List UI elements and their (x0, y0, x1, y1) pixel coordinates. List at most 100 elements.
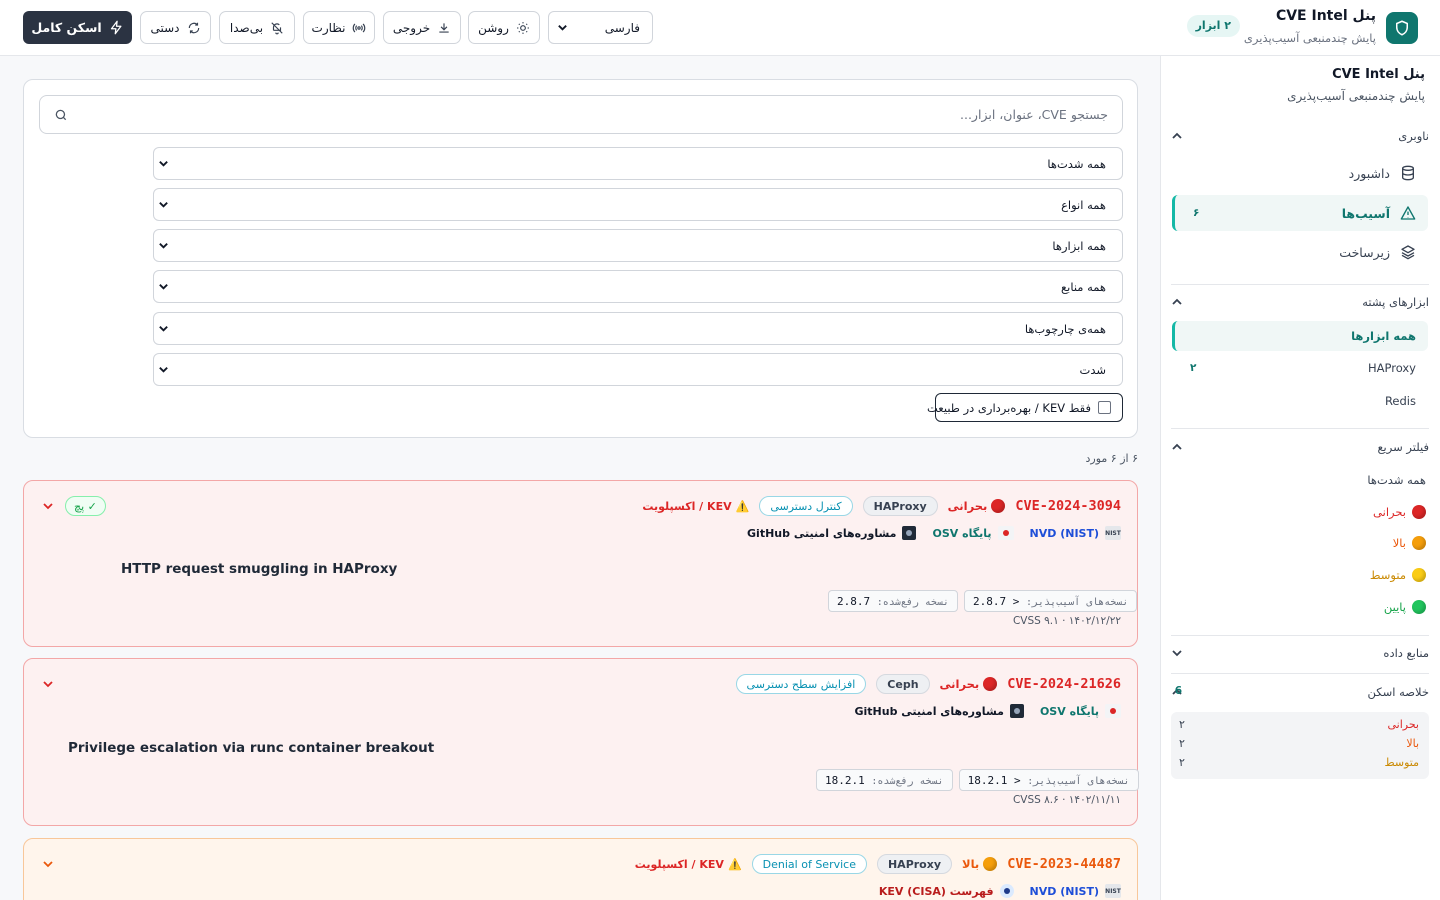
severity-badge: بحرانی (948, 499, 1006, 513)
summary-row-critical: بحرانی ۲ (1179, 718, 1419, 731)
severity-select[interactable]: همه شدت‌ها (153, 147, 1123, 180)
cve-card[interactable]: CVE-2024-21626 بحرانی Ceph افزایش سطح دس… (23, 658, 1139, 826)
brand-subtitle: پایش چندمنبعی آسیب‌پذیری (1243, 31, 1376, 45)
quick-filter-label: پایین (1383, 600, 1406, 614)
shield-logo-icon (1386, 12, 1418, 44)
fixed-version-chip: نسخه رفع‌شده: 18.2.1 (816, 769, 953, 791)
quick-filter-section-header[interactable]: فیلتر سریع (1171, 436, 1429, 458)
sidebar-item-vulnerabilities[interactable]: آسیب‌ها ۶ (1172, 195, 1428, 231)
sidebar-tool-all[interactable]: همه ابزارها (1172, 321, 1428, 351)
language-select[interactable]: فارسی (548, 11, 653, 44)
severity-label: بالا (962, 857, 980, 871)
sidebar-divider (1171, 635, 1429, 636)
cve-title: Privilege escalation via runc container … (68, 740, 435, 756)
theme-toggle-label: روشن (478, 20, 509, 35)
quick-filter-medium[interactable]: متوسط (1176, 563, 1426, 587)
select-value: همه منابع (1061, 279, 1106, 294)
sidebar-divider (1171, 673, 1429, 674)
affected-label: نسخه‌های آسیب‌پذیر: (1027, 776, 1130, 787)
cve-id[interactable]: CVE-2023-44487 (1007, 856, 1121, 872)
sidebar-tool-haproxy[interactable]: HAProxy ۲ (1172, 353, 1428, 383)
framework-select[interactable]: همه‌ی چارچوب‌ها (153, 312, 1123, 345)
source-select[interactable]: همه منابع (153, 270, 1123, 303)
chevron-down-icon (159, 284, 168, 290)
tool-tag: HAProxy (876, 854, 952, 874)
bell-off-icon (271, 21, 283, 34)
nav-section-header[interactable]: ناوبری (1171, 125, 1429, 147)
source-label: پایگاه OSV (1039, 704, 1099, 718)
type-select[interactable]: همه انواع (153, 188, 1123, 221)
tool-select[interactable]: همه ابزارها (153, 229, 1123, 262)
lightning-icon (110, 20, 122, 35)
select-value: همه ابزارها (1052, 238, 1106, 253)
sidebar-item-dashboard[interactable]: داشبورد (1172, 155, 1428, 191)
severity-badge: بالا (962, 857, 998, 871)
source-nvd: NIST NVD (NIST) (1030, 884, 1121, 898)
sidebar: پنل CVE Intel پایش چندمنبعی آسیب‌پذیری ن… (1160, 56, 1440, 900)
kev-only-checkbox[interactable] (1098, 401, 1111, 414)
theme-toggle-button[interactable]: روشن (468, 11, 540, 44)
quick-filter-high[interactable]: بالا (1176, 531, 1426, 555)
chevron-down-icon (159, 326, 168, 332)
cvss-score: CVSS ۹.۱ (1012, 615, 1059, 627)
mute-label: بی‌صدا (229, 20, 264, 35)
scan-summary-title-wrap: خلاصه اسکن (1368, 685, 1430, 699)
full-scan-button[interactable]: اسکن کامل (23, 11, 132, 44)
sidebar-divider (1171, 284, 1429, 285)
database-icon (1402, 165, 1414, 181)
manual-label: دستی (150, 20, 180, 35)
cve-card[interactable]: CVE-2023-44487 بالا HAProxy Denial of Se… (23, 838, 1138, 900)
tool-label: HAProxy (1367, 361, 1416, 375)
export-button[interactable]: خروجی (383, 11, 461, 44)
nist-logo-icon: NIST (1105, 526, 1121, 540)
kev-label: KEV / اکسپلویت (634, 857, 724, 871)
stack-tools-section-header[interactable]: ابزارهای پشته (1171, 291, 1429, 313)
fixed-label: نسخه رفع‌شده: (871, 776, 944, 787)
chevron-down-icon[interactable] (42, 858, 54, 870)
cve-meta: ۱۴۰۲/۱۲/۲۲ · CVSS ۹.۱ (1012, 615, 1121, 627)
sort-select[interactable]: شدت (153, 353, 1123, 386)
quick-filter-low[interactable]: پایین (1176, 595, 1426, 619)
source-cisa-kev: فهرست KEV (CISA) (879, 884, 1014, 898)
search-input[interactable]: جستجو CVE، عنوان، ابزار... (39, 95, 1123, 134)
haproxy-count: ۲ (1190, 362, 1197, 374)
full-scan-label: اسکن کامل (31, 20, 102, 35)
category-tag: Denial of Service (751, 854, 867, 874)
sidebar-item-infrastructure[interactable]: زیرساخت (1172, 234, 1428, 270)
quick-filter-label: متوسط (1369, 568, 1406, 582)
quick-filter-critical[interactable]: بحرانی (1176, 500, 1426, 524)
summary-label: بحرانی (1387, 718, 1419, 731)
refresh-icon (188, 22, 199, 33)
affected-version: < 18.2.1 (967, 774, 1021, 787)
top-header: پنل CVE Intel پایش چندمنبعی آسیب‌پذیری ۲… (0, 0, 1440, 56)
scan-summary-section-header[interactable]: خلاصه اسکن (1171, 681, 1429, 703)
sidebar-tool-redis[interactable]: Redis (1172, 386, 1428, 416)
mute-button[interactable]: بی‌صدا (219, 11, 295, 44)
warning-triangle-icon (1400, 206, 1416, 220)
source-osv: پایگاه OSV (932, 526, 1014, 540)
summary-value: ۲ (1179, 718, 1185, 731)
manual-refresh-button[interactable]: دستی (140, 11, 211, 44)
source-github: مشاوره‌های امنیتی GitHub (747, 526, 917, 540)
quick-filter-all[interactable]: همه شدت‌ها (1176, 468, 1426, 492)
cve-id[interactable]: CVE-2024-3094 (1015, 498, 1121, 514)
kev-only-toggle[interactable]: فقط KEV / بهره‌برداری در طبیعت (927, 393, 1123, 422)
sidebar-title: پنل CVE Intel (1332, 67, 1425, 82)
data-sources-section-header[interactable]: منابع داده (1171, 642, 1429, 664)
cve-card[interactable]: CVE-2024-3094 بحرانی HAProxy کنترل دسترس… (23, 480, 1138, 647)
search-placeholder: جستجو CVE، عنوان، ابزار... (960, 107, 1108, 122)
monitor-button[interactable]: نظارت (303, 11, 375, 44)
summary-value: ۲ (1179, 737, 1185, 750)
chevron-down-icon (159, 367, 168, 373)
chevron-down-icon (159, 243, 168, 249)
cve-id[interactable]: CVE-2024-21626 (1007, 676, 1121, 692)
results-count: ۶ از ۶ مورد (1085, 452, 1138, 465)
osv-logo-icon (1105, 704, 1121, 718)
chevron-down-icon[interactable] (42, 678, 54, 690)
cve-sources-row: NIST NVD (NIST) فهرست KEV (CISA) (879, 884, 1121, 898)
fixed-version: 2.8.7 (837, 595, 871, 608)
red-circle-icon (991, 499, 1006, 513)
cvss-score: CVSS ۸.۶ (1012, 794, 1059, 806)
brand-title: پنل CVE Intel (1275, 8, 1376, 24)
chevron-down-icon[interactable] (42, 500, 54, 512)
